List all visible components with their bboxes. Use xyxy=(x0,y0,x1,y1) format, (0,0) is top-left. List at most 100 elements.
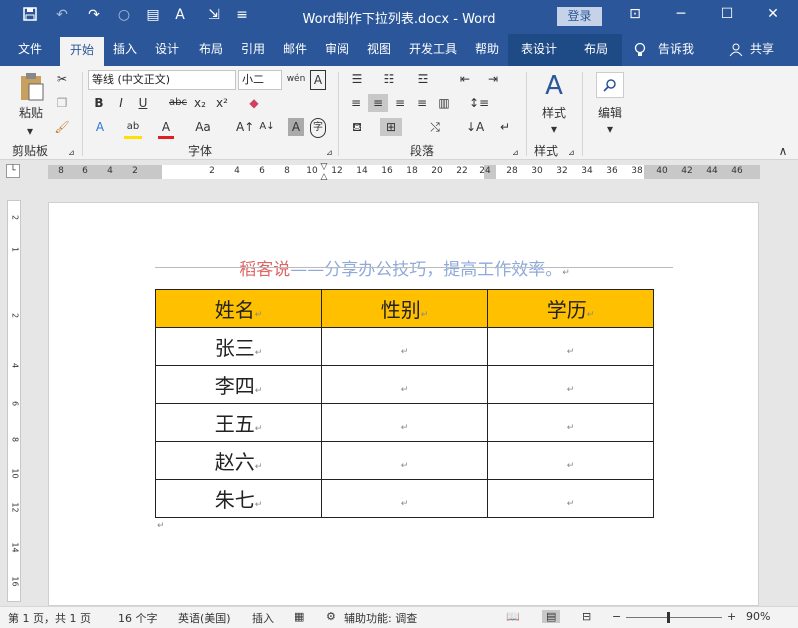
multilevel-list-icon[interactable]: ☲ xyxy=(412,70,434,88)
chevron-down-icon[interactable]: ▾ xyxy=(546,120,562,138)
borders-icon[interactable]: ⊞ xyxy=(380,118,402,136)
font-color-icon[interactable]: A xyxy=(158,118,174,139)
underline-button[interactable]: U xyxy=(136,94,150,112)
paste-icon[interactable] xyxy=(16,72,46,107)
align-right-icon[interactable]: ≡ xyxy=(390,94,410,112)
table-header-cell[interactable]: 性别↵ xyxy=(321,289,488,328)
table-cell[interactable]: ↵ xyxy=(487,403,654,442)
document-page[interactable]: 稻客说——分享办公技巧，提高工作效率。↵ 姓名↵ 性别↵ 学历↵ 张三↵ ↵ ↵… xyxy=(48,202,759,606)
decrease-indent-icon[interactable]: ⇤ xyxy=(454,70,476,88)
chinese-layout-icon[interactable]: ⤭ xyxy=(424,118,446,136)
zoom-slider-thumb[interactable] xyxy=(667,612,670,623)
page-count[interactable]: 第 1 页，共 1 页 xyxy=(8,610,91,626)
enclose-char-icon[interactable]: 字 xyxy=(310,118,326,138)
line-spacing-icon[interactable]: ↕≡ xyxy=(466,94,492,112)
tab-table-design[interactable]: 表设计 xyxy=(508,34,570,66)
table-cell[interactable]: ↵ xyxy=(321,441,488,480)
format-painter-icon[interactable]: ⇲ xyxy=(204,7,224,23)
text-effects-button[interactable]: A xyxy=(92,118,108,136)
search-icon[interactable] xyxy=(596,72,624,98)
tab-layout[interactable]: 布局 xyxy=(190,34,232,66)
login-button[interactable]: 登录 xyxy=(557,7,602,26)
sort-icon[interactable]: ↓A xyxy=(466,118,484,136)
table-cell[interactable]: ↵ xyxy=(487,441,654,480)
circle-icon[interactable]: ○ xyxy=(114,7,134,23)
tab-mailings[interactable]: 邮件 xyxy=(274,34,316,66)
accessibility-icon[interactable]: ⚙ xyxy=(326,610,336,623)
align-center-icon[interactable]: ≡ xyxy=(368,94,388,112)
tab-table-layout[interactable]: 布局 xyxy=(570,34,622,66)
justify-icon[interactable]: ≡ xyxy=(412,94,432,112)
tab-insert[interactable]: 插入 xyxy=(104,34,146,66)
data-table[interactable]: 姓名↵ 性别↵ 学历↵ 张三↵ ↵ ↵ 李四↵ ↵ ↵ 王五↵ ↵ ↵ 赵六↵ … xyxy=(155,289,654,518)
change-case-button[interactable]: Aa xyxy=(192,118,214,136)
tab-view[interactable]: 视图 xyxy=(358,34,400,66)
table-header-cell[interactable]: 学历↵ xyxy=(487,289,654,328)
table-cell[interactable]: 朱七↵ xyxy=(155,479,322,518)
table-cell[interactable]: ↵ xyxy=(321,479,488,518)
font-name-select[interactable]: 等线 (中文正文) xyxy=(88,70,236,90)
italic-button[interactable]: I xyxy=(114,94,128,112)
table-header-cell[interactable]: 姓名↵ xyxy=(155,289,322,328)
align-left-icon[interactable]: ≡ xyxy=(346,94,366,112)
accessibility-status[interactable]: 辅助功能: 调查 xyxy=(344,610,417,626)
tab-review[interactable]: 审阅 xyxy=(316,34,358,66)
table-cell[interactable]: ↵ xyxy=(487,479,654,518)
tab-file[interactable]: 文件 xyxy=(8,34,52,66)
strikethrough-button[interactable]: abc xyxy=(168,94,188,112)
superscript-button[interactable]: x² xyxy=(214,94,230,112)
minimize-icon[interactable]: ─ xyxy=(666,6,696,22)
distribute-icon[interactable]: ▥ xyxy=(434,94,454,112)
clear-format-icon[interactable]: ◆ xyxy=(246,94,262,112)
paste-button[interactable]: 粘贴 xyxy=(14,104,48,122)
insert-mode[interactable]: 插入 xyxy=(252,610,274,626)
shrink-font-button[interactable]: A↓ xyxy=(258,118,276,136)
tell-me-box[interactable]: 告诉我 xyxy=(654,34,698,66)
tab-design[interactable]: 设计 xyxy=(146,34,188,66)
bold-button[interactable]: B xyxy=(92,94,106,112)
font-size-select[interactable]: 小二 xyxy=(238,70,282,90)
indent-marker-icon[interactable]: ▽ △ xyxy=(318,162,330,182)
share-button[interactable]: 共享 xyxy=(746,34,778,66)
chevron-down-icon[interactable]: ▾ xyxy=(22,122,38,140)
tab-home[interactable]: 开始 xyxy=(60,37,104,66)
table-cell[interactable]: ↵ xyxy=(321,403,488,442)
subscript-button[interactable]: x₂ xyxy=(192,94,208,112)
undo-icon[interactable]: ↶ xyxy=(52,7,72,23)
redo-icon[interactable]: ↷ xyxy=(84,7,104,23)
copy-icon[interactable]: ❐ xyxy=(54,94,70,112)
ribbon-display-icon[interactable]: ⊡ xyxy=(620,6,650,22)
tab-developer[interactable]: 开发工具 xyxy=(400,34,466,66)
show-marks-icon[interactable]: ↵ xyxy=(496,118,514,136)
collapse-ribbon-icon[interactable]: ∧ xyxy=(776,142,790,160)
char-border-icon[interactable]: A xyxy=(310,70,326,90)
tab-help[interactable]: 帮助 xyxy=(466,34,508,66)
table-cell[interactable]: ↵ xyxy=(487,327,654,366)
phonetic-guide-icon[interactable]: wén xyxy=(286,70,306,88)
zoom-level[interactable]: 90% xyxy=(746,610,770,623)
font-color-icon[interactable]: A xyxy=(170,7,190,23)
table-cell[interactable]: ↵ xyxy=(321,327,488,366)
grow-font-button[interactable]: A↑ xyxy=(236,118,254,136)
tab-references[interactable]: 引用 xyxy=(232,34,274,66)
table-cell[interactable]: 张三↵ xyxy=(155,327,322,366)
table-cell[interactable]: ↵ xyxy=(321,365,488,404)
increase-indent-icon[interactable]: ⇥ xyxy=(482,70,504,88)
save-icon[interactable] xyxy=(20,7,40,25)
table-cell[interactable]: 李四↵ xyxy=(155,365,322,404)
table-cell[interactable]: 王五↵ xyxy=(155,403,322,442)
chevron-down-icon[interactable]: ▾ xyxy=(602,120,618,138)
zoom-out-icon[interactable]: − xyxy=(612,610,621,623)
new-doc-icon[interactable]: ▤ xyxy=(143,7,163,23)
read-mode-icon[interactable]: 📖 xyxy=(506,610,520,623)
zoom-in-icon[interactable]: + xyxy=(727,610,736,623)
maximize-icon[interactable]: ☐ xyxy=(712,6,742,22)
customize-icon[interactable]: ≡ xyxy=(232,7,252,23)
numbering-icon[interactable]: ☷ xyxy=(378,70,400,88)
tab-selector-icon[interactable]: └ xyxy=(6,164,20,178)
highlight-icon[interactable]: ab xyxy=(124,118,142,139)
language[interactable]: 英语(美国) xyxy=(178,610,231,626)
zoom-slider[interactable] xyxy=(626,617,722,618)
web-layout-icon[interactable]: ⊟ xyxy=(582,610,591,623)
bullets-icon[interactable]: ☰ xyxy=(346,70,368,88)
